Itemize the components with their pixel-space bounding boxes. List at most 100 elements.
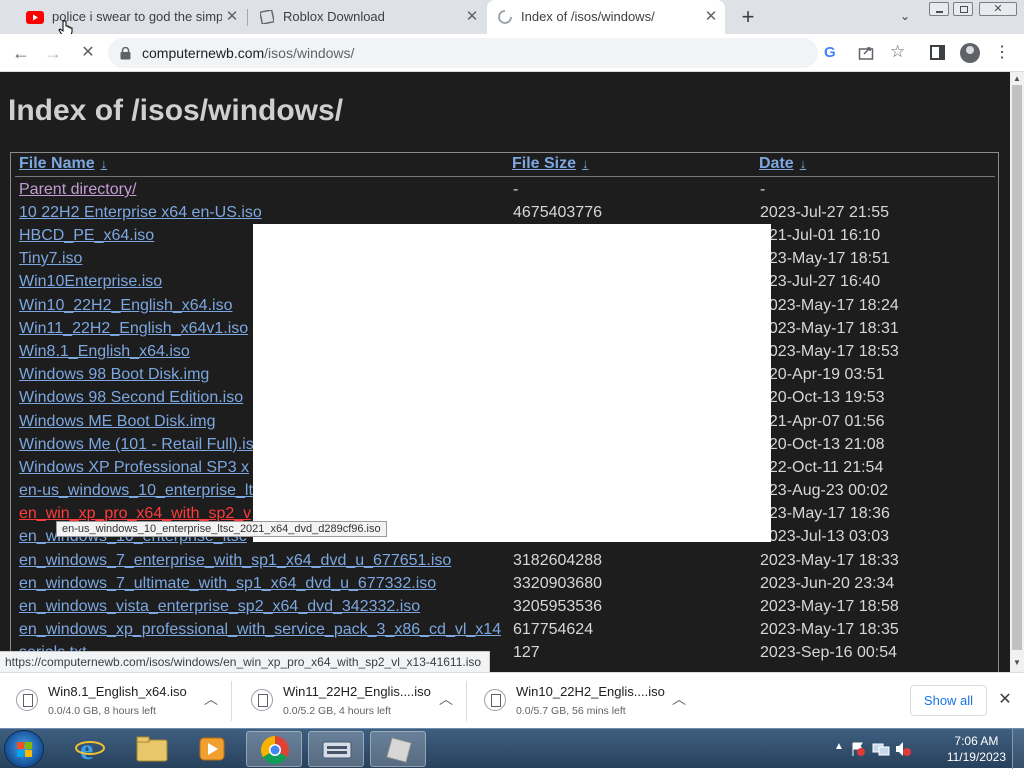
table-row: Parent directory/ - - xyxy=(11,179,1000,202)
volume-muted-icon[interactable] xyxy=(894,741,912,757)
file-date: 023-Jul-27 16:40 xyxy=(760,273,881,290)
file-link[interactable]: en_windows_xp_professional_with_service_… xyxy=(19,621,501,639)
back-arrow-icon[interactable]: ← xyxy=(9,41,33,65)
show-all-button[interactable]: Show all xyxy=(910,685,987,716)
action-center-flag-icon[interactable] xyxy=(850,741,866,757)
file-date: 2023-May-17 18:53 xyxy=(760,343,899,360)
download-item[interactable]: Win11_22H2_Englis....iso 0.0/5.2 GB, 4 h… xyxy=(235,673,467,729)
restore-button[interactable] xyxy=(953,2,973,16)
file-link[interactable]: en_windows_vista_enterprise_sp2_x64_dvd_… xyxy=(19,598,420,616)
close-tab-icon[interactable]: ✕ xyxy=(464,9,480,25)
status-url-bubble: https://computernewb.com/isos/windows/en… xyxy=(0,651,491,672)
file-date: 2023-May-17 18:33 xyxy=(760,552,899,569)
stop-loading-icon[interactable]: ✕ xyxy=(76,41,100,65)
header-file-name[interactable]: File Name ↓ xyxy=(19,155,107,173)
tab-roblox-download[interactable]: Roblox Download ✕ xyxy=(248,0,486,34)
file-link[interactable]: Win10_22H2_English_x64.iso xyxy=(19,297,232,315)
file-date: 023-May-17 18:51 xyxy=(760,250,890,267)
file-link[interactable]: Windows 98 Boot Disk.img xyxy=(19,366,209,384)
file-link[interactable]: Windows ME Boot Disk.img xyxy=(19,413,216,431)
file-link[interactable]: Win10Enterprise.iso xyxy=(19,273,162,291)
download-filename: Win10_22H2_Englis....iso xyxy=(516,684,665,699)
keyboard-app-icon[interactable] xyxy=(308,731,364,767)
header-date[interactable]: Date ↓ xyxy=(759,155,806,173)
network-icon[interactable] xyxy=(872,741,890,757)
file-date: 2023-Jul-27 21:55 xyxy=(760,204,889,221)
google-lens-icon[interactable]: G xyxy=(824,44,836,61)
media-player-icon[interactable] xyxy=(184,731,240,767)
side-panel-icon[interactable] xyxy=(930,45,945,60)
bookmark-star-icon[interactable]: ☆ xyxy=(890,42,905,62)
file-date: 2023-Sep-16 00:54 xyxy=(760,644,897,661)
chevron-up-icon[interactable]: ︿ xyxy=(438,689,454,709)
file-link[interactable]: Win8.1_English_x64.iso xyxy=(19,343,190,361)
file-link[interactable]: Windows 98 Second Edition.iso xyxy=(19,389,243,407)
close-tab-icon[interactable]: ✕ xyxy=(224,9,240,25)
file-link[interactable]: Windows XP Professional SP3 x xyxy=(19,459,249,477)
file-explorer-icon[interactable] xyxy=(124,731,180,767)
file-size: 3205953536 xyxy=(513,598,602,615)
file-size: 4675403776 xyxy=(513,204,602,221)
internet-explorer-icon[interactable]: e xyxy=(62,731,118,767)
file-link[interactable]: en_windows_7_ultimate_with_sp1_x64_dvd_u… xyxy=(19,575,436,593)
lock-icon xyxy=(120,47,131,60)
download-item[interactable]: Win8.1_English_x64.iso 0.0/4.0 GB, 8 hou… xyxy=(0,673,232,729)
chevron-up-icon[interactable]: ︿ xyxy=(203,689,219,709)
file-icon xyxy=(251,689,273,711)
link-tooltip: en-us_windows_10_enterprise_ltsc_2021_x6… xyxy=(56,521,387,537)
tab-index-of-isos[interactable]: Index of /isos/windows/ ✕ xyxy=(487,0,725,34)
file-icon xyxy=(16,689,38,711)
download-status: 0.0/4.0 GB, 8 hours left xyxy=(48,705,156,717)
file-date: 023-Aug-23 00:02 xyxy=(760,482,889,499)
file-link[interactable]: Parent directory/ xyxy=(19,181,136,199)
tab-search-icon[interactable]: ⌄ xyxy=(896,9,914,25)
file-link[interactable]: HBCD_PE_x64.iso xyxy=(19,227,154,245)
roblox-icon[interactable] xyxy=(370,731,426,767)
file-link[interactable]: en-us_windows_10_enterprise_lt xyxy=(19,482,253,500)
minimize-button[interactable] xyxy=(929,2,949,16)
file-link[interactable]: Win11_22H2_English_x64v1.iso xyxy=(19,320,248,338)
share-icon[interactable] xyxy=(858,45,874,61)
header-file-size[interactable]: File Size ↓ xyxy=(512,155,589,173)
tab-title: Roblox Download xyxy=(283,9,385,24)
close-tab-icon[interactable]: ✕ xyxy=(703,9,719,25)
system-tray: ▲ 7:06 AM 11/19/2023 xyxy=(834,729,1024,769)
file-link[interactable]: Windows Me (101 - Retail Full).is xyxy=(19,436,254,454)
clock[interactable]: 7:06 AM 11/19/2023 xyxy=(947,733,1006,765)
scroll-down-arrow-icon[interactable]: ▼ xyxy=(1013,658,1021,667)
new-tab-button[interactable]: + xyxy=(737,4,759,29)
download-shelf: Win8.1_English_x64.iso 0.0/4.0 GB, 8 hou… xyxy=(0,672,1024,728)
download-status: 0.0/5.2 GB, 4 hours left xyxy=(283,705,391,717)
file-link[interactable]: Tiny7.iso xyxy=(19,250,82,268)
page-scrollbar[interactable]: ▲ ▼ xyxy=(1010,72,1024,672)
file-link[interactable]: 10 22H2 Enterprise x64 en-US.iso xyxy=(19,204,262,222)
page-icon xyxy=(260,10,274,24)
file-size: 617754624 xyxy=(513,621,594,638)
close-download-shelf-icon[interactable]: ✕ xyxy=(995,689,1015,711)
download-filename: Win11_22H2_Englis....iso xyxy=(283,684,431,699)
start-button[interactable] xyxy=(4,730,44,768)
close-window-button[interactable]: ✕ xyxy=(979,2,1017,16)
show-hidden-icons-icon[interactable]: ▲ xyxy=(834,741,844,752)
url-domain: computernewb.com xyxy=(142,45,265,61)
table-row: en_windows_7_enterprise_with_sp1_x64_dvd… xyxy=(11,550,1000,573)
profile-avatar-icon[interactable] xyxy=(960,43,980,63)
scroll-up-arrow-icon[interactable]: ▲ xyxy=(1013,74,1021,83)
download-filename: Win8.1_English_x64.iso xyxy=(48,684,187,699)
show-desktop-button[interactable] xyxy=(1012,729,1024,769)
tab-title: Index of /isos/windows/ xyxy=(521,9,655,24)
file-size: 3320903680 xyxy=(513,575,602,592)
svg-text:e: e xyxy=(80,733,93,766)
menu-kebab-icon[interactable]: ⋮ xyxy=(994,42,1010,62)
scrollbar-thumb[interactable] xyxy=(1012,85,1022,650)
download-item[interactable]: Win10_22H2_Englis....iso 0.0/5.7 GB, 56 … xyxy=(468,673,700,729)
windows-logo-icon xyxy=(17,742,33,757)
page-title: Index of /isos/windows/ xyxy=(8,94,344,127)
file-link[interactable]: en_windows_7_enterprise_with_sp1_x64_dvd… xyxy=(19,552,451,570)
tab-youtube[interactable]: police i swear to god the simpso ✕ xyxy=(8,0,246,34)
address-bar[interactable]: computernewb.com/isos/windows/ G ☆ xyxy=(108,38,905,68)
forward-arrow-icon[interactable]: → xyxy=(41,41,65,65)
sort-arrow-icon: ↓ xyxy=(799,156,807,171)
chevron-up-icon[interactable]: ︿ xyxy=(671,689,687,709)
chrome-icon[interactable] xyxy=(246,731,302,767)
